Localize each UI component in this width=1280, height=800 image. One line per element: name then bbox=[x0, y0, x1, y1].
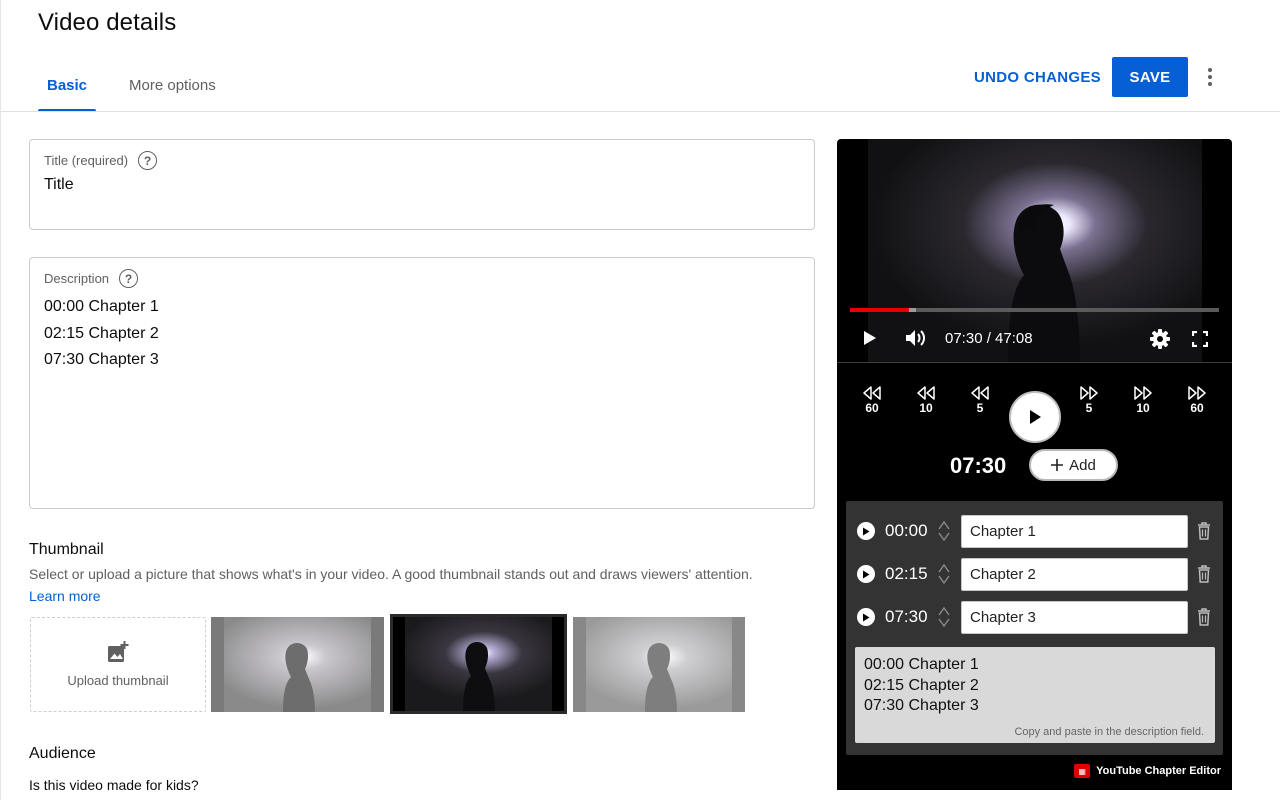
thumbnail-image bbox=[573, 617, 745, 712]
description-line: 02:15 Chapter 2 bbox=[44, 324, 159, 342]
chapter-time: 02:15 bbox=[885, 564, 928, 583]
upload-thumbnail-button[interactable]: Upload thumbnail bbox=[30, 617, 206, 712]
fast-forward-icon bbox=[1080, 386, 1098, 400]
video-player[interactable]: 07:30 / 47:08 bbox=[837, 139, 1232, 362]
seek-amount: 10 bbox=[1136, 401, 1150, 415]
description-field-label-row: Description ? bbox=[44, 269, 139, 288]
seek-amount: 10 bbox=[919, 401, 933, 415]
time-readout: 07:30 / 47:08 bbox=[945, 330, 1033, 347]
header-divider bbox=[1, 111, 1280, 112]
progress-played bbox=[850, 308, 909, 312]
chapter-row: 00:00 Chapter 1 bbox=[846, 514, 1223, 548]
play-button[interactable] bbox=[1009, 391, 1061, 443]
description-line: 00:00 Chapter 1 bbox=[44, 298, 159, 315]
title-input[interactable]: Title bbox=[44, 176, 74, 194]
play-icon[interactable] bbox=[863, 330, 877, 346]
chapter-name-input[interactable]: Chapter 3 bbox=[961, 601, 1188, 634]
play-chapter-icon[interactable] bbox=[857, 565, 875, 583]
fast-forward-icon bbox=[1134, 386, 1152, 400]
chapter-editor-logo-icon: ▦ bbox=[1074, 764, 1091, 778]
current-time: 07:30 bbox=[950, 453, 1007, 478]
time-stepper-icon[interactable] bbox=[937, 516, 951, 546]
chapter-row: 07:30 Chapter 3 bbox=[846, 600, 1223, 634]
trash-icon[interactable] bbox=[1197, 522, 1211, 540]
title-field-label-row: Title (required) ? bbox=[44, 151, 158, 170]
thumbnail-image bbox=[393, 617, 564, 711]
fullscreen-icon[interactable] bbox=[1192, 331, 1208, 347]
chapter-name-input[interactable]: Chapter 1 bbox=[961, 515, 1188, 548]
rewind-icon bbox=[917, 386, 935, 400]
seek-amount: 5 bbox=[976, 401, 984, 415]
chapter-time: 00:00 bbox=[885, 521, 928, 540]
tab-more-options[interactable]: More options bbox=[111, 58, 234, 112]
fast-forward-icon bbox=[1188, 386, 1206, 400]
save-button[interactable]: SAVE bbox=[1112, 57, 1188, 97]
output-line: 00:00 Chapter 1 bbox=[864, 656, 979, 673]
chapter-editor-panel: 60 10 5 5 10 60 07:30 Add 00:00 Chapter … bbox=[837, 362, 1232, 790]
rewind-60-button[interactable]: 60 bbox=[855, 386, 889, 415]
rewind-10-button[interactable]: 10 bbox=[909, 386, 943, 415]
chapter-row: 02:15 Chapter 2 bbox=[846, 557, 1223, 591]
title-field[interactable]: Title (required) ? Title bbox=[29, 139, 815, 230]
play-chapter-icon[interactable] bbox=[857, 608, 875, 626]
tab-basic[interactable]: Basic bbox=[29, 58, 105, 112]
add-photo-icon bbox=[108, 641, 129, 662]
output-hint: Copy and paste in the description field. bbox=[1014, 726, 1204, 738]
more-vert-icon[interactable] bbox=[1199, 64, 1221, 90]
output-line: 07:30 Chapter 3 bbox=[864, 697, 979, 714]
help-circle-icon[interactable]: ? bbox=[119, 269, 139, 288]
thumbnail-option-2-selected[interactable] bbox=[390, 614, 567, 714]
undo-changes-button[interactable]: UNDO CHANGES bbox=[963, 58, 1112, 96]
add-chapter-button[interactable]: Add bbox=[1029, 449, 1118, 481]
help-circle-icon[interactable]: ? bbox=[138, 151, 158, 170]
thumbnail-option-3[interactable] bbox=[573, 617, 745, 712]
chapter-list: 00:00 Chapter 1 02:15 Chapter 2 07:30 Ch… bbox=[846, 501, 1223, 755]
tab-bar: Basic More options bbox=[29, 58, 234, 112]
thumbnail-subtext: Select or upload a picture that shows wh… bbox=[29, 566, 753, 582]
time-stepper-icon[interactable] bbox=[937, 559, 951, 589]
progress-bar[interactable] bbox=[850, 308, 1219, 312]
rewind-icon bbox=[971, 386, 989, 400]
play-chapter-icon[interactable] bbox=[857, 522, 875, 540]
upload-thumbnail-label: Upload thumbnail bbox=[67, 673, 169, 688]
volume-icon[interactable] bbox=[905, 328, 927, 348]
rewind-icon bbox=[863, 386, 881, 400]
description-field-label: Description bbox=[44, 271, 110, 286]
page-title: Video details bbox=[38, 9, 177, 36]
seek-controls: 60 10 5 5 10 60 bbox=[837, 377, 1232, 443]
gear-icon[interactable] bbox=[1150, 329, 1170, 349]
forward-5-button[interactable]: 5 bbox=[1072, 386, 1106, 415]
title-field-label: Title (required) bbox=[44, 153, 129, 168]
thumbnail-option-1[interactable] bbox=[211, 617, 384, 712]
audience-question: Is this video made for kids? bbox=[29, 777, 199, 793]
trash-icon[interactable] bbox=[1197, 608, 1211, 626]
forward-60-button[interactable]: 60 bbox=[1180, 386, 1214, 415]
time-stepper-icon[interactable] bbox=[937, 602, 951, 632]
seek-amount: 60 bbox=[865, 401, 879, 415]
trash-icon[interactable] bbox=[1197, 565, 1211, 583]
learn-more-link[interactable]: Learn more bbox=[29, 588, 101, 604]
add-chapter-label: Add bbox=[1069, 456, 1096, 474]
seek-amount: 5 bbox=[1085, 401, 1093, 415]
chapter-time: 07:30 bbox=[885, 607, 928, 626]
plus-icon bbox=[1051, 459, 1064, 471]
brand-footer: ▦ YouTube Chapter Editor bbox=[1074, 764, 1221, 778]
chapter-name-input[interactable]: Chapter 2 bbox=[961, 558, 1188, 591]
thumbnail-heading: Thumbnail bbox=[29, 541, 104, 558]
chapter-output-textarea[interactable]: 00:00 Chapter 1 02:15 Chapter 2 07:30 Ch… bbox=[855, 647, 1215, 743]
forward-10-button[interactable]: 10 bbox=[1126, 386, 1160, 415]
seek-amount: 60 bbox=[1190, 401, 1204, 415]
play-icon bbox=[1030, 410, 1041, 424]
video-details-page: Video details Basic More options UNDO CH… bbox=[0, 0, 1280, 800]
description-textarea[interactable]: 00:00 Chapter 1 02:15 Chapter 2 07:30 Ch… bbox=[44, 294, 159, 374]
description-field[interactable]: Description ? 00:00 Chapter 1 02:15 Chap… bbox=[29, 257, 815, 509]
thumbnail-image bbox=[211, 617, 384, 712]
description-line: 07:30 Chapter 3 bbox=[44, 351, 159, 368]
output-line: 02:15 Chapter 2 bbox=[864, 676, 979, 694]
output-text: 00:00 Chapter 1 02:15 Chapter 2 07:30 Ch… bbox=[864, 655, 979, 717]
audience-heading: Audience bbox=[29, 745, 96, 762]
brand-name: YouTube Chapter Editor bbox=[1096, 765, 1221, 777]
rewind-5-button[interactable]: 5 bbox=[963, 386, 997, 415]
